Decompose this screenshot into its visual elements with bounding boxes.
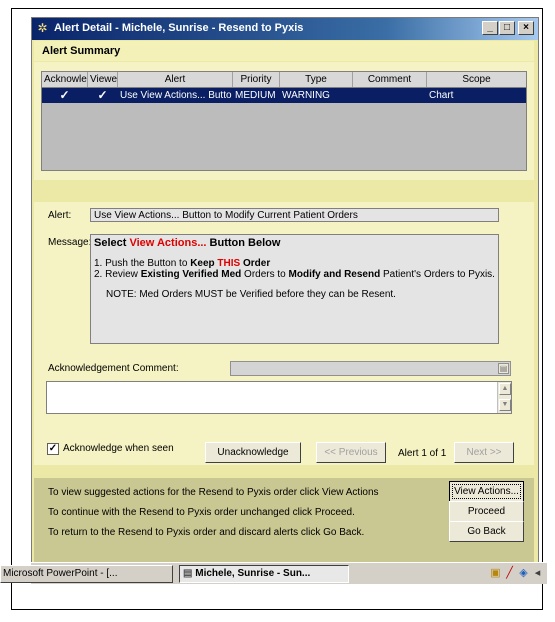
cell-type: WARNING bbox=[280, 88, 353, 103]
window-title: Alert Detail - Michele, Sunrise - Resend… bbox=[54, 22, 304, 34]
system-tray: ▣ ╱ ◈ ◂ bbox=[490, 566, 543, 582]
speaker-icon[interactable]: ◂ bbox=[532, 566, 543, 580]
next-button[interactable]: Next >> bbox=[454, 442, 514, 463]
column-header-viewed[interactable]: Viewe bbox=[88, 72, 118, 87]
action-text-go-back: To return to the Resend to Pyxis order a… bbox=[48, 527, 365, 538]
network-icon[interactable]: ▣ bbox=[490, 566, 501, 580]
alert-field: Use View Actions... Button to Modify Cur… bbox=[90, 208, 499, 222]
title-bar[interactable]: ✲ Alert Detail - Michele, Sunrise - Rese… bbox=[32, 18, 538, 40]
column-header-acknowledged[interactable]: Acknowled bbox=[42, 72, 88, 87]
alert-summary-grid: Acknowled Viewe Alert Priority Type Comm… bbox=[41, 71, 527, 171]
acknowledged-check-icon: ✓ bbox=[42, 88, 88, 103]
go-back-button[interactable]: Go Back bbox=[449, 521, 524, 542]
column-header-priority[interactable]: Priority bbox=[233, 72, 280, 87]
taskbar-item-powerpoint[interactable]: Microsoft PowerPoint - [... bbox=[0, 565, 173, 583]
column-header-alert[interactable]: Alert bbox=[118, 72, 233, 87]
maximize-button[interactable]: □ bbox=[499, 21, 515, 35]
shield-icon[interactable]: ◈ bbox=[518, 566, 529, 580]
scroll-up-icon[interactable]: ▲ bbox=[499, 383, 511, 395]
message-line-3: 2. Review Existing Verified Med Orders t… bbox=[94, 269, 495, 280]
message-note: NOTE: Med Orders MUST be Verified before… bbox=[106, 289, 396, 300]
taskbar-item-alert[interactable]: ▤ Michele, Sunrise - Sun... bbox=[179, 565, 349, 583]
alert-counter: Alert 1 of 1 bbox=[398, 448, 447, 459]
close-button[interactable]: × bbox=[518, 21, 534, 35]
ack-when-seen-checkbox[interactable]: ✓ bbox=[47, 443, 59, 455]
column-header-scope[interactable]: Scope bbox=[427, 72, 526, 87]
column-header-comment[interactable]: Comment bbox=[353, 72, 427, 87]
minimize-button[interactable]: _ bbox=[482, 21, 498, 35]
column-header-type[interactable]: Type bbox=[280, 72, 353, 87]
message-line-2: 1. Push the Button to Keep THIS Order bbox=[94, 258, 271, 269]
message-box: Select View Actions... Button Below 1. P… bbox=[90, 234, 499, 344]
document-icon: ▤ bbox=[183, 568, 196, 579]
ack-comment-input[interactable]: ▲ ▼ bbox=[46, 381, 512, 414]
ack-comment-selector[interactable]: ▤ bbox=[230, 361, 511, 376]
alert-summary-heading: Alert Summary bbox=[34, 41, 534, 61]
cell-scope: Chart bbox=[429, 90, 454, 101]
table-row[interactable]: ✓ ✓ Use View Actions... Button t MEDIUM … bbox=[42, 88, 526, 103]
comment-picker-icon[interactable]: ▤ bbox=[498, 363, 509, 374]
app-icon: ✲ bbox=[37, 21, 48, 35]
action-text-view: To view suggested actions for the Resend… bbox=[48, 487, 379, 498]
window-controls: _ □ × bbox=[481, 21, 534, 37]
message-label: Message: bbox=[48, 237, 92, 248]
proceed-button[interactable]: Proceed bbox=[449, 501, 524, 522]
taskbar: Microsoft PowerPoint - [... ▤ Michele, S… bbox=[0, 562, 547, 584]
action-text-proceed: To continue with the Resend to Pyxis ord… bbox=[48, 507, 355, 518]
ack-when-seen-label: Acknowledge when seen bbox=[63, 443, 174, 454]
view-actions-button[interactable]: View Actions... bbox=[449, 481, 524, 502]
viewed-check-icon: ✓ bbox=[88, 88, 118, 103]
cell-alert: Use View Actions... Button t bbox=[120, 88, 233, 103]
message-line-1: Select View Actions... Button Below bbox=[94, 237, 281, 249]
ack-comment-label: Acknowledgement Comment: bbox=[48, 363, 179, 374]
taskbar-item-alert-label: Michele, Sunrise - Sun... bbox=[195, 568, 311, 579]
cell-comment bbox=[353, 88, 427, 103]
alert-label: Alert: bbox=[48, 210, 72, 221]
scroll-down-icon[interactable]: ▼ bbox=[499, 399, 511, 411]
grid-header: Acknowled Viewe Alert Priority Type Comm… bbox=[42, 72, 526, 88]
pen-icon[interactable]: ╱ bbox=[504, 566, 515, 580]
cell-priority: MEDIUM bbox=[233, 88, 280, 103]
previous-button[interactable]: << Previous bbox=[316, 442, 386, 463]
unacknowledge-button[interactable]: Unacknowledge bbox=[205, 442, 301, 463]
comment-scrollbar[interactable]: ▲ ▼ bbox=[497, 382, 511, 413]
